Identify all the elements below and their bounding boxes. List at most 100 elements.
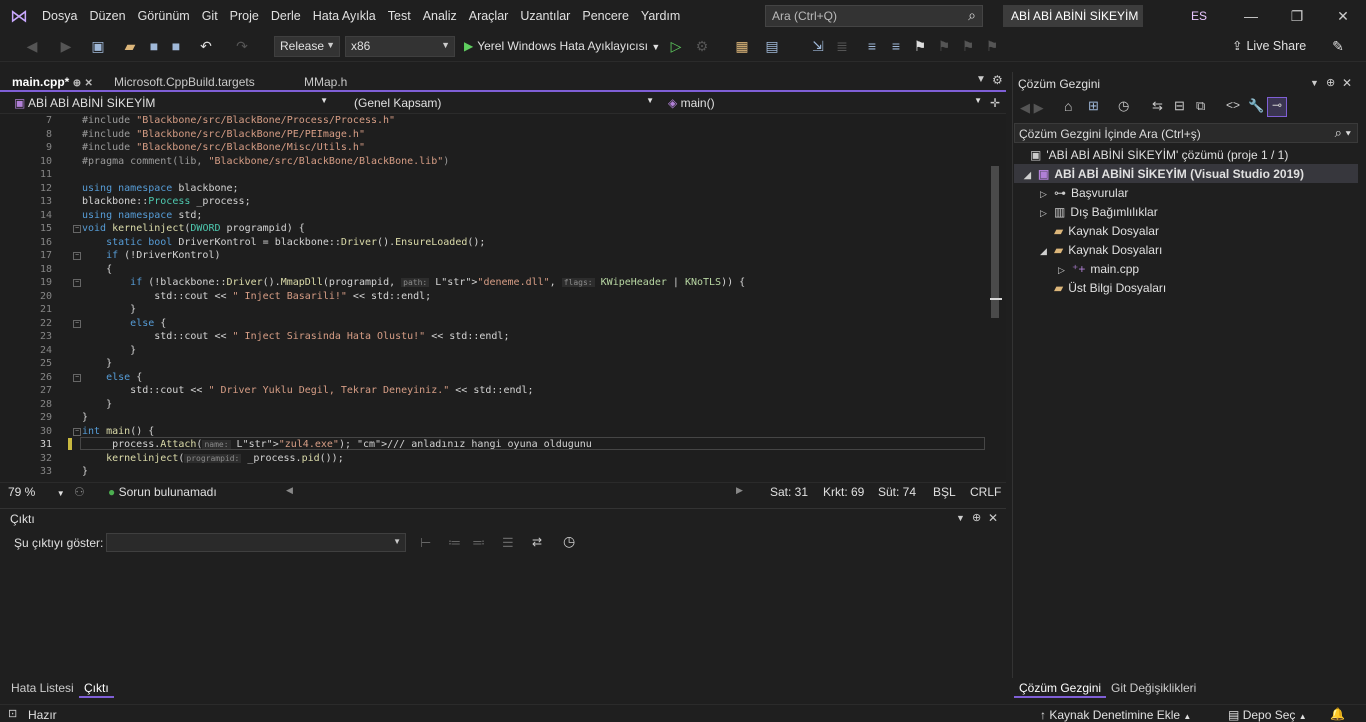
tree-external-deps[interactable]: ▷ ▥ Dış Bağımlılıklar xyxy=(1040,205,1158,219)
menu-item-7[interactable]: Test xyxy=(382,9,417,23)
code-editor[interactable]: 7 #include "Blackbone/src/BlackBone/Proce… xyxy=(0,114,1006,480)
line-indicator[interactable]: Sat: 31 xyxy=(770,485,808,499)
close-icon[interactable]: ✕ xyxy=(84,78,92,89)
home-icon[interactable]: ⌂ xyxy=(1064,98,1072,114)
code-line[interactable]: if (!blackbone::Driver().MmapDll(program… xyxy=(82,277,745,288)
search-input[interactable]: Ara (Ctrl+Q) ⌕ xyxy=(765,5,983,27)
scroll-left-icon[interactable]: ◀ xyxy=(286,485,293,496)
close-icon[interactable]: ✕ xyxy=(988,511,998,525)
menu-item-9[interactable]: Araçlar xyxy=(463,9,515,23)
tab-mmap-h[interactable]: MMap.h xyxy=(298,72,353,92)
solution-name-badge[interactable]: ABİ ABİ ABİNİ SİKEYİM xyxy=(1003,5,1143,27)
layout-icon[interactable]: ▤ xyxy=(762,36,782,56)
code-line[interactable]: std::cout << " Driver Yuklu Degil, Tekra… xyxy=(82,385,533,396)
clear-all-icon[interactable]: ☰ xyxy=(502,535,514,551)
menu-item-3[interactable]: Git xyxy=(196,9,224,23)
find-message-icon[interactable]: ⊢ xyxy=(420,535,431,551)
fold-toggle-icon[interactable]: − xyxy=(73,279,81,287)
collapse-all-icon[interactable]: ⊟ xyxy=(1174,98,1185,114)
tree-source-files[interactable]: ◢ ▰ Kaynak Dosyaları xyxy=(1040,243,1162,257)
switch-views-icon[interactable]: ⊞ xyxy=(1088,98,1099,114)
gear-icon[interactable]: ⚙ xyxy=(992,73,1003,87)
code-line[interactable]: } xyxy=(82,358,112,369)
redo-icon[interactable]: ↷ xyxy=(232,36,252,56)
code-line[interactable]: int main() { xyxy=(82,426,154,437)
split-icon[interactable]: ✛ xyxy=(990,96,1000,110)
clock-icon[interactable]: ◷ xyxy=(563,533,575,550)
outdent-icon[interactable]: ≡ xyxy=(886,36,906,56)
step-icon[interactable]: ⇲ xyxy=(808,36,828,56)
open-folder-icon[interactable]: ▰ xyxy=(120,36,140,56)
collapse-icon[interactable]: ▷ xyxy=(1040,208,1054,219)
menu-item-4[interactable]: Proje xyxy=(224,9,265,23)
issues-indicator[interactable]: ● Sorun bulunamadı xyxy=(108,485,217,499)
code-line[interactable]: } xyxy=(82,304,136,315)
fold-toggle-icon[interactable]: − xyxy=(73,225,81,233)
char-indicator[interactable]: Krkt: 69 xyxy=(823,485,864,499)
collapse-icon[interactable]: ▷ xyxy=(1058,265,1072,276)
sync-icon[interactable]: ⇆ xyxy=(1152,98,1163,114)
pin-icon[interactable]: ⊕ xyxy=(1326,76,1335,89)
preview-icon[interactable]: ⊸ xyxy=(1267,97,1287,117)
solution-search-input[interactable]: Çözüm Gezgini İçinde Ara (Ctrl+ş) ⌕ ▾ xyxy=(1014,123,1358,143)
menu-item-5[interactable]: Derle xyxy=(265,9,307,23)
code-line[interactable]: static bool DriverKontrol = blackbone::D… xyxy=(82,237,485,248)
menu-item-2[interactable]: Görünüm xyxy=(132,9,196,23)
code-line[interactable]: #pragma comment(lib, "Blackbone/src/Blac… xyxy=(82,156,449,167)
bookmark-prev-icon[interactable]: ⚑ xyxy=(934,36,954,56)
new-project-icon[interactable]: ▣ xyxy=(88,36,108,56)
menu-item-6[interactable]: Hata Ayıkla xyxy=(307,9,382,23)
fold-toggle-icon[interactable]: − xyxy=(73,427,81,436)
hot-reload-icon[interactable]: ⚙ xyxy=(692,36,712,56)
pin-icon[interactable]: ⊕ xyxy=(972,511,981,524)
next-message-icon[interactable]: ≕ xyxy=(472,535,485,551)
code-line[interactable]: { xyxy=(82,264,112,275)
tab-cppbuild-targets[interactable]: Microsoft.CppBuild.targets xyxy=(108,72,261,92)
code-line[interactable]: #include "Blackbone/src/BlackBone/Proces… xyxy=(82,115,395,126)
code-line[interactable]: #include "Blackbone/src/BlackBone/Misc/U… xyxy=(82,142,365,153)
code-line[interactable]: } xyxy=(82,412,88,423)
pending-changes-icon[interactable]: ◷ xyxy=(1118,98,1129,114)
config-select[interactable]: Release ▼ xyxy=(274,36,340,57)
code-line[interactable]: std::cout << " Inject Basarili!" << std:… xyxy=(82,291,431,302)
close-icon[interactable]: ✕ xyxy=(1330,4,1356,28)
notification-icon[interactable]: 🔔 xyxy=(1330,707,1345,721)
fold-toggle-icon[interactable]: − xyxy=(73,373,81,382)
chevron-down-icon[interactable]: ▼ xyxy=(956,513,965,523)
start-without-debug-icon[interactable]: ▷ xyxy=(666,36,686,56)
indent-icon[interactable]: ≡ xyxy=(862,36,882,56)
save-icon[interactable]: ■ xyxy=(144,36,164,56)
properties-icon[interactable]: 🔧 xyxy=(1248,98,1264,114)
code-line[interactable]: #include "Blackbone/src/BlackBone/PE/PEI… xyxy=(82,129,365,140)
close-icon[interactable]: ✕ xyxy=(1342,76,1352,90)
scrollbar-thumb[interactable] xyxy=(991,166,999,318)
feedback-icon[interactable]: ✎ xyxy=(1328,36,1348,56)
save-all-icon[interactable]: ■ xyxy=(166,36,186,56)
project-dropdown[interactable]: ▣ ABİ ABİ ABİNİ SİKEYİM ▼ xyxy=(8,94,332,113)
prev-message-icon[interactable]: ≔ xyxy=(448,535,461,551)
maximize-icon[interactable]: ❐ xyxy=(1284,4,1310,28)
fold-toggle-icon[interactable]: − xyxy=(73,319,81,328)
tab-main-cpp[interactable]: main.cpp* ⊕ ✕ xyxy=(6,72,99,92)
code-line[interactable]: void kernelinject(DWORD programpid) { xyxy=(82,223,305,234)
tab-list-icon[interactable]: ▼ xyxy=(976,74,986,85)
output-source-select[interactable]: ▼ xyxy=(106,533,406,552)
code-line[interactable]: std::cout << " Inject Sirasinda Hata Olu… xyxy=(82,331,509,342)
column-indicator[interactable]: Süt: 74 xyxy=(878,485,916,499)
eol-indicator[interactable]: CRLF xyxy=(970,485,1001,499)
tab-indicator[interactable]: BŞL xyxy=(933,485,956,499)
tree-solution[interactable]: ▣ 'ABİ ABİ ABİNİ SİKEYİM' çözümü (proje 1… xyxy=(1030,148,1288,162)
menu-item-11[interactable]: Pencere xyxy=(576,9,635,23)
browse-icon[interactable]: ▦ xyxy=(732,36,752,56)
tree-project[interactable]: ◢ ▣ ABİ ABİ ABİNİ SİKEYİM (Visual Studio 2… xyxy=(1024,167,1304,181)
show-all-files-icon[interactable]: ⧉ xyxy=(1196,98,1205,114)
undo-icon[interactable]: ↶ xyxy=(196,36,216,56)
collapse-icon[interactable]: ▷ xyxy=(1040,189,1054,200)
code-line[interactable]: } xyxy=(82,345,136,356)
platform-select[interactable]: x86 ▼ xyxy=(345,36,455,57)
bookmark-icon[interactable]: ⚑ xyxy=(910,36,930,56)
code-line[interactable]: blackbone::Process _process; xyxy=(82,196,251,207)
editor-scrollbar[interactable] xyxy=(986,114,1004,480)
code-line[interactable]: else { xyxy=(82,372,142,383)
live-share-button[interactable]: ⇪ Live Share xyxy=(1232,38,1306,53)
